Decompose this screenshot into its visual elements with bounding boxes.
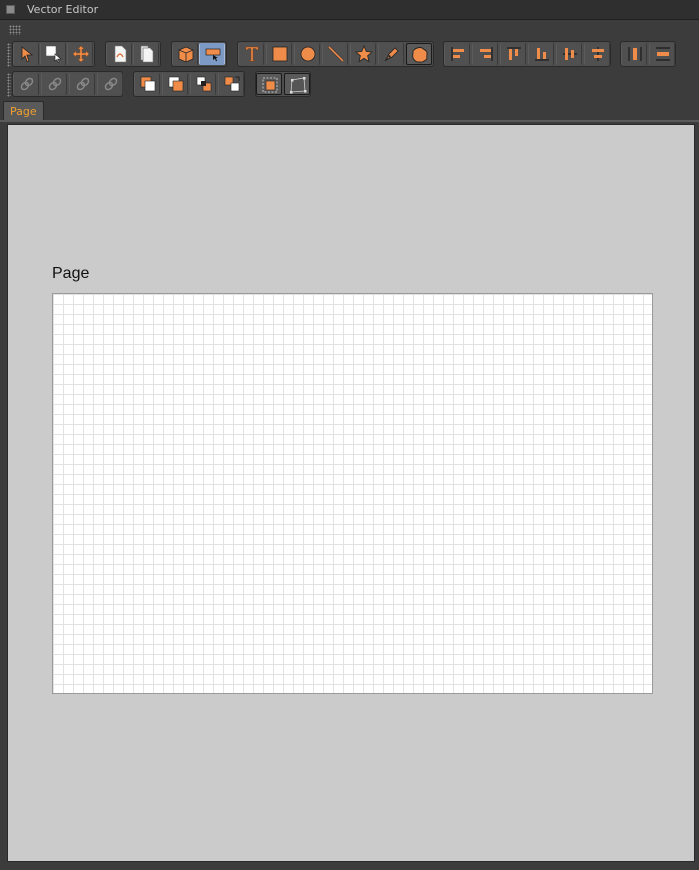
window-title-bar: Vector Editor [0, 0, 699, 20]
distribute-group [620, 41, 676, 67]
unlink-icon [48, 77, 62, 91]
distribute-vertical-icon [656, 47, 670, 61]
view-group [171, 41, 227, 67]
blob-shape-icon [412, 47, 428, 63]
export-document-icon [140, 45, 154, 63]
tab-divider [0, 120, 699, 122]
text-tool-icon [245, 46, 259, 62]
toolbar-grip-row [0, 21, 699, 38]
window-title: Vector Editor [27, 3, 99, 16]
bring-front-icon [140, 76, 156, 92]
transform-frame-icon [290, 77, 307, 94]
link-button[interactable] [13, 73, 39, 95]
bring-forward-icon [196, 76, 212, 92]
select-arrow-button[interactable] [13, 43, 39, 65]
select-points-button[interactable] [40, 43, 66, 65]
align-group [443, 41, 611, 67]
pen-tool-button[interactable] [378, 43, 404, 65]
page-sheet[interactable] [52, 293, 653, 694]
canvas-area[interactable]: Page [7, 124, 695, 862]
pen-tool-icon [384, 47, 399, 62]
send-backward-icon [224, 76, 240, 92]
toolbar-row1-handle[interactable] [7, 43, 11, 67]
blob-shape-button[interactable] [406, 43, 432, 65]
arrange-group [133, 71, 245, 97]
move-button[interactable] [67, 43, 93, 65]
send-back-icon [168, 76, 184, 92]
window-menu-icon[interactable] [6, 5, 15, 14]
line-tool-button[interactable] [322, 43, 348, 65]
text-tool-button[interactable] [238, 43, 264, 65]
tab-page[interactable]: Page [3, 101, 44, 121]
move-icon [72, 45, 90, 63]
link-icon [20, 77, 34, 91]
frame-select-button[interactable] [256, 73, 282, 95]
export-pdf-icon [114, 45, 127, 63]
star-tool-icon [355, 45, 373, 63]
link-group [12, 71, 123, 97]
extrude-box-icon [178, 46, 194, 63]
link-relink-icon [104, 77, 118, 91]
align-right-button[interactable] [472, 43, 498, 65]
send-backward-button[interactable] [218, 73, 244, 95]
grip-handle-icon[interactable] [9, 25, 21, 35]
align-left-button[interactable] [444, 43, 470, 65]
bring-forward-button[interactable] [190, 73, 216, 95]
export-pdf-button[interactable] [106, 43, 132, 65]
distribute-horizontal-icon [628, 47, 642, 61]
paint-bucket-icon [205, 48, 221, 62]
align-top-button[interactable] [500, 43, 526, 65]
align-center-vertical-icon [563, 48, 577, 60]
frame-group [255, 71, 311, 97]
align-center-horizontal-icon [592, 47, 604, 61]
line-tool-icon [328, 46, 344, 62]
align-right-icon [480, 47, 493, 61]
unlink-button[interactable] [41, 73, 67, 95]
distribute-vertical-button[interactable] [649, 43, 675, 65]
align-center-vertical-button[interactable] [556, 43, 582, 65]
frame-select-icon [262, 77, 278, 93]
bring-front-button[interactable] [134, 73, 160, 95]
draw-tools-group [237, 41, 434, 67]
align-bottom-button[interactable] [528, 43, 554, 65]
tab-strip: Page [0, 99, 699, 121]
ellipse-tool-button[interactable] [294, 43, 320, 65]
selection-group [12, 41, 95, 67]
star-tool-button[interactable] [350, 43, 376, 65]
align-bottom-icon [535, 48, 549, 61]
link-break-icon [76, 77, 90, 91]
export-group [105, 41, 161, 67]
link-relink-button[interactable] [97, 73, 123, 95]
transform-frame-button[interactable] [284, 73, 310, 95]
paint-bucket-button[interactable] [199, 43, 225, 65]
bottom-border [0, 862, 699, 870]
link-break-button[interactable] [69, 73, 95, 95]
extrude-box-button[interactable] [172, 43, 198, 65]
rectangle-tool-icon [272, 46, 288, 62]
page-title: Page [52, 265, 90, 282]
toolbar-row2-handle[interactable] [7, 73, 11, 97]
rectangle-tool-button[interactable] [266, 43, 292, 65]
select-arrow-icon [21, 46, 34, 62]
align-top-icon [507, 47, 521, 60]
ellipse-tool-icon [300, 46, 316, 62]
align-left-icon [451, 47, 464, 61]
select-points-icon [45, 45, 62, 63]
send-back-button[interactable] [162, 73, 188, 95]
align-center-horizontal-button[interactable] [584, 43, 610, 65]
distribute-horizontal-button[interactable] [621, 43, 647, 65]
export-document-button[interactable] [133, 43, 159, 65]
